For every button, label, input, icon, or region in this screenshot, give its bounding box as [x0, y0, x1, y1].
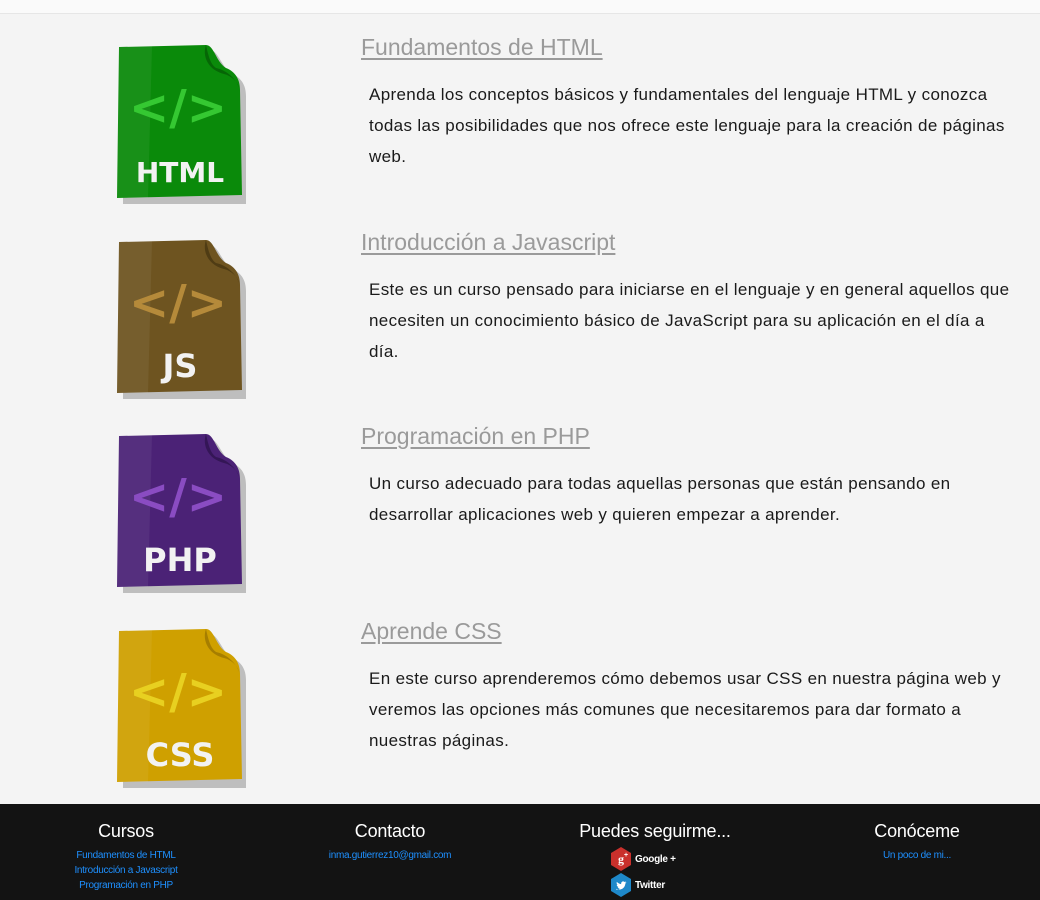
course-item-css: </> CSS Aprende CSS En este curso aprende… [0, 608, 1040, 803]
course-item-php: </> PHP Programación en PHP Un curso adec… [0, 413, 1040, 608]
course-item-javascript: </> JS Introducción a Javascript Este es … [0, 219, 1040, 414]
footer-heading: Cursos [98, 821, 154, 841]
footer-link-php[interactable]: Programación en PHP [40, 878, 212, 893]
html-file-icon-graphic: </> HTML [117, 45, 246, 204]
footer: Cursos Fundamentos de HTML Introducción … [0, 804, 1040, 900]
contact-email-link[interactable]: inma.gutierrez10@gmail.com [290, 848, 490, 863]
footer-heading: Puedes seguirme... [579, 821, 731, 841]
js-file-icon[interactable]: </> JS [112, 227, 248, 399]
html-file-icon[interactable]: </> HTML [112, 32, 248, 204]
file-type-label: PHP [143, 541, 217, 579]
course-title-link[interactable]: Fundamentos de HTML [361, 34, 603, 61]
code-glyph: </> [129, 275, 227, 331]
file-type-label: CSS [146, 736, 215, 774]
code-glyph: </> [129, 664, 227, 720]
about-me-link[interactable]: Un poco de mi... [842, 848, 992, 863]
course-title-link[interactable]: Programación en PHP [361, 423, 590, 450]
js-file-icon-graphic: </> JS [117, 240, 246, 399]
file-type-label: JS [161, 347, 198, 385]
course-description: En este curso aprenderemos cómo debemos … [369, 669, 1001, 750]
google-plus-icon: g + [611, 847, 631, 871]
code-glyph: </> [129, 80, 227, 136]
footer-cursos: Cursos Fundamentos de HTML Introducción … [40, 804, 212, 893]
file-type-label: HTML [136, 156, 224, 189]
php-file-icon[interactable]: </> PHP [112, 421, 248, 593]
course-description: Este es un curso pensado para iniciarse … [369, 280, 1010, 361]
footer-social: Puedes seguirme... g + Google + Twitter [566, 804, 744, 898]
footer-link-javascript[interactable]: Introducción a Javascript [40, 863, 212, 878]
course-description: Aprenda los conceptos básicos y fundamen… [369, 85, 1005, 166]
svg-text:+: + [624, 852, 628, 859]
footer-heading: Conóceme [874, 821, 960, 841]
top-bar [0, 0, 1040, 14]
course-item-html: </> HTML Fundamentos de HTML Aprenda los … [0, 24, 1040, 219]
footer-link-html[interactable]: Fundamentos de HTML [40, 848, 212, 863]
php-file-icon-graphic: </> PHP [117, 434, 246, 593]
twitter-icon [611, 873, 631, 897]
course-title-link[interactable]: Aprende CSS [361, 618, 502, 645]
course-title-link[interactable]: Introducción a Javascript [361, 229, 615, 256]
code-glyph: </> [129, 469, 227, 525]
footer-heading: Contacto [354, 821, 426, 841]
social-label: Google + [635, 853, 676, 865]
social-label: Twitter [635, 879, 665, 891]
css-file-icon[interactable]: </> CSS [112, 616, 248, 788]
css-file-icon-graphic: </> CSS [117, 629, 246, 788]
footer-contacto: Contacto inma.gutierrez10@gmail.com [290, 804, 490, 863]
footer-conoceme: Conóceme Un poco de mi... [842, 804, 992, 863]
twitter-link[interactable]: Twitter [610, 872, 744, 898]
google-plus-link[interactable]: g + Google + [610, 846, 744, 872]
course-description: Un curso adecuado para todas aquellas pe… [369, 474, 951, 524]
